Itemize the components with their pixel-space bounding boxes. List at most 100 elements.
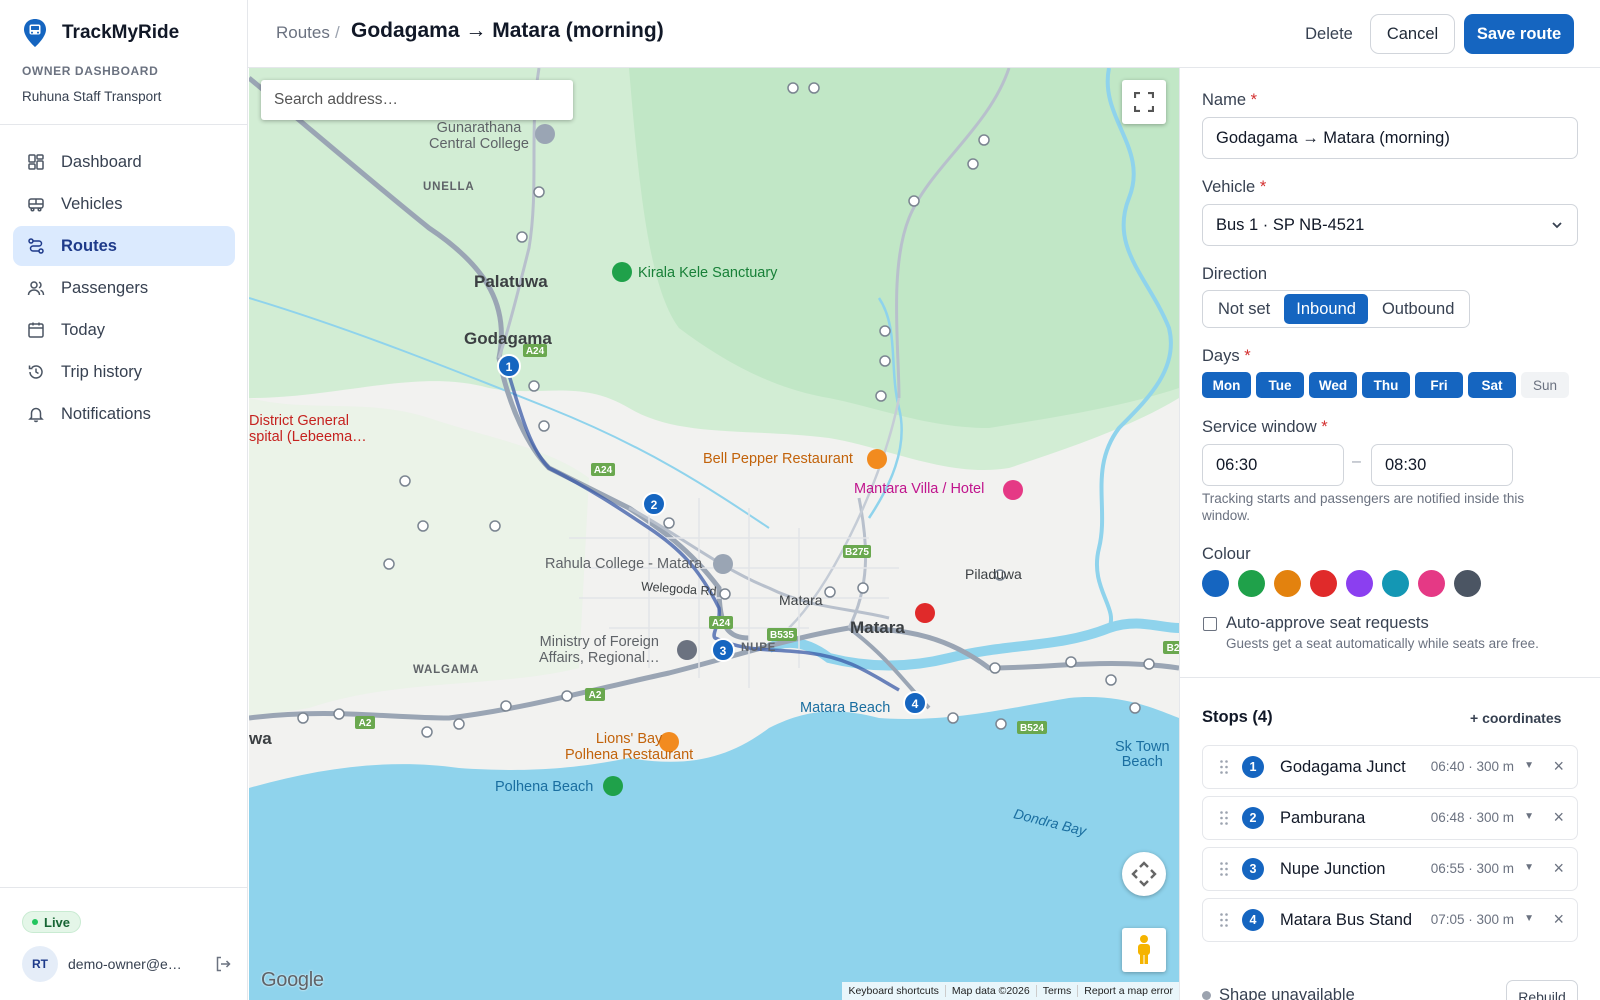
expand-caret-icon[interactable]: ▼ [1524, 760, 1534, 771]
fullscreen-button[interactable] [1122, 80, 1166, 124]
sidebar-item-vehicles[interactable]: Vehicles [13, 184, 235, 224]
road-shield-label: A24 [594, 465, 613, 476]
colour-swatch-green[interactable] [1238, 570, 1265, 597]
pegman-icon [1138, 935, 1150, 964]
dashboard-icon [28, 154, 44, 170]
stop-name[interactable]: Nupe Junction [1280, 860, 1386, 879]
user-row: RT demo-owner@e… [22, 946, 232, 982]
colour-swatch-purple[interactable] [1346, 570, 1373, 597]
sidebar-item-notifications[interactable]: Notifications [13, 394, 235, 434]
shape-status-text: Shape unavailable [1219, 986, 1355, 1000]
add-coordinates-button[interactable]: + coordinates [1470, 710, 1561, 726]
map-label-ministry: Ministry of Foreign Affairs, Regional… [539, 634, 660, 666]
colour-swatch-teal[interactable] [1382, 570, 1409, 597]
direction-label: Direction [1202, 265, 1268, 283]
pan-control-button[interactable] [1122, 852, 1166, 896]
route-marker[interactable]: 1 [497, 354, 521, 378]
stop-name[interactable]: Godagama Junct [1280, 758, 1406, 777]
day-thu[interactable]: Thu [1362, 372, 1410, 398]
stop-item[interactable]: 3 Nupe Junction 06:55 · 300 m ▼ × [1202, 847, 1578, 891]
colour-swatch-blue[interactable] [1202, 570, 1229, 597]
route-marker[interactable]: 4 [903, 691, 927, 715]
colour-swatch-red[interactable] [1310, 570, 1337, 597]
day-sun[interactable]: Sun [1521, 372, 1569, 398]
report-error-link[interactable]: Report a map error [1078, 985, 1179, 997]
keyboard-shortcuts-link[interactable]: Keyboard shortcuts [842, 985, 946, 997]
direction-not-set[interactable]: Not set [1206, 294, 1282, 324]
sidebar-item-routes[interactable]: Routes [13, 226, 235, 266]
map-label-hospital: District General spital (Lebeema… [249, 413, 367, 445]
remove-stop-icon[interactable]: × [1553, 807, 1564, 828]
avatar[interactable]: RT [22, 946, 58, 982]
day-fri[interactable]: Fri [1415, 372, 1463, 398]
route-marker[interactable]: 3 [711, 638, 735, 662]
colour-swatch-orange[interactable] [1274, 570, 1301, 597]
brand[interactable]: TrackMyRide [22, 18, 179, 48]
rebuild-button[interactable]: Rebuild [1506, 980, 1578, 1000]
cancel-button[interactable]: Cancel [1370, 14, 1455, 54]
drag-handle-icon[interactable] [1219, 759, 1229, 775]
day-mon[interactable]: Mon [1202, 372, 1251, 398]
map-label-kirala: Kirala Kele Sanctuary [638, 265, 778, 281]
expand-caret-icon[interactable]: ▼ [1524, 913, 1534, 924]
google-logo: Google [261, 969, 324, 991]
colour-swatch-pink[interactable] [1418, 570, 1445, 597]
map-search-input[interactable] [261, 80, 573, 120]
drag-handle-icon[interactable] [1219, 810, 1229, 826]
auto-approve-label[interactable]: Auto-approve seat requests [1226, 614, 1429, 633]
sidebar-item-today[interactable]: Today [13, 310, 235, 350]
remove-stop-icon[interactable]: × [1553, 909, 1564, 930]
page-title: Godagama → Matara (morning) [351, 19, 664, 42]
direction-outbound[interactable]: Outbound [1370, 294, 1466, 324]
expand-caret-icon[interactable]: ▼ [1524, 811, 1534, 822]
road-shield-label: A24 [712, 618, 731, 629]
stop-item[interactable]: 4 Matara Bus Stand 07:05 · 300 m ▼ × [1202, 898, 1578, 942]
drag-handle-icon[interactable] [1219, 861, 1229, 877]
day-sat[interactable]: Sat [1468, 372, 1516, 398]
stop-number: 3 [1242, 858, 1264, 880]
auto-approve-checkbox[interactable] [1203, 617, 1217, 631]
window-end-input[interactable]: 08:30 [1371, 444, 1513, 486]
road-shield-label: A2 [589, 690, 602, 701]
map-label-lions-bay: Lions' Bay Polhena Restaurant [565, 731, 694, 763]
delete-button[interactable]: Delete [1282, 14, 1376, 54]
stop-name[interactable]: Matara Bus Stand [1280, 911, 1412, 930]
expand-caret-icon[interactable]: ▼ [1524, 862, 1534, 873]
remove-stop-icon[interactable]: × [1553, 756, 1564, 777]
sidebar-item-passengers[interactable]: Passengers [13, 268, 235, 308]
name-label-text: Name [1202, 91, 1247, 109]
sidebar-item-dashboard[interactable]: Dashboard [13, 142, 235, 182]
stop-item[interactable]: 1 Godagama Junct 06:40 · 300 m ▼ × [1202, 745, 1578, 789]
history-icon [28, 365, 43, 379]
window-start-input[interactable]: 06:30 [1202, 444, 1344, 486]
direction-inbound[interactable]: Inbound [1284, 294, 1368, 324]
logout-icon[interactable] [214, 955, 232, 973]
drag-handle-icon[interactable] [1219, 912, 1229, 928]
stop-name[interactable]: Pamburana [1280, 809, 1365, 828]
direction-toggle: Not set Inbound Outbound [1202, 290, 1471, 328]
save-route-button[interactable]: Save route [1464, 14, 1574, 54]
day-tue[interactable]: Tue [1256, 372, 1304, 398]
vehicle-select-value: Bus 1 · SP NB-4521 [1216, 215, 1365, 234]
stop-number: 1 [1242, 756, 1264, 778]
sidebar-item-trip-history[interactable]: Trip history [13, 352, 235, 392]
street-view-button[interactable] [1122, 928, 1166, 972]
vehicle-select[interactable]: Bus 1 · SP NB-4521 [1202, 204, 1578, 246]
route-marker[interactable]: 2 [642, 492, 666, 516]
sidebar-nav: Dashboard Vehicles Routes Passengers Tod… [13, 142, 235, 436]
map-base[interactable]: 1 2 3 4 A24 A24 A24 B275 B535 A2 A2 B524… [249, 68, 1179, 1000]
days-label-text: Days [1202, 347, 1240, 365]
breadcrumb-routes[interactable]: Routes [276, 23, 330, 43]
calendar-icon [28, 322, 44, 338]
name-input[interactable]: Godagama → Matara (morning) [1202, 117, 1578, 159]
day-wed[interactable]: Wed [1309, 372, 1357, 398]
colour-swatch-slate[interactable] [1454, 570, 1481, 597]
svg-text:3: 3 [720, 644, 727, 658]
remove-stop-icon[interactable]: × [1553, 858, 1564, 879]
terms-link[interactable]: Terms [1037, 985, 1079, 997]
route-map[interactable]: 1 2 3 4 A24 A24 A24 B275 B535 A2 A2 B524… [249, 68, 1179, 1000]
map-label-matara-beach: Matara Beach [800, 700, 891, 716]
shape-status-dot-icon [1202, 991, 1211, 1000]
colour-picker [1202, 570, 1481, 597]
stop-item[interactable]: 2 Pamburana 06:48 · 300 m ▼ × [1202, 796, 1578, 840]
